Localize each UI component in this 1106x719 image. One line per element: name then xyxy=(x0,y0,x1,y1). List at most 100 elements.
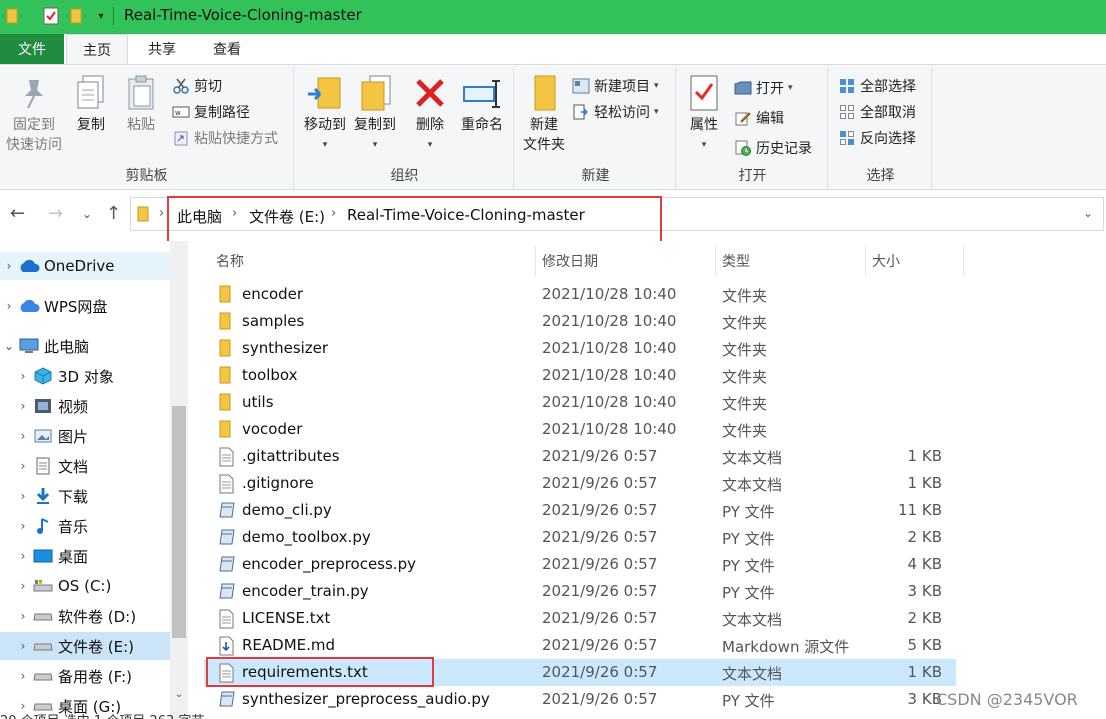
invert-selection-button[interactable]: 反向选择 xyxy=(838,127,916,149)
file-row[interactable]: .gitattributes 2021/9/26 0:57 文本文档 1 KB xyxy=(204,443,956,470)
file-row[interactable]: encoder 2021/10/28 10:40 文件夹 xyxy=(204,281,956,308)
file-row[interactable]: encoder_preprocess.py 2021/9/26 0:57 PY 文件… xyxy=(204,551,956,578)
nav-pane-scroll-thumb[interactable] xyxy=(172,406,186,638)
properties-check-icon[interactable] xyxy=(42,7,60,25)
expand-chevron-icon[interactable]: › xyxy=(14,429,32,443)
file-row[interactable]: README.md 2021/9/26 0:57 Markdown 源文件 5 KB xyxy=(204,632,956,659)
expand-chevron-icon[interactable]: › xyxy=(14,639,32,653)
nav-item-documents[interactable]: › 文档 xyxy=(0,452,170,480)
easy-access-dropdown-icon: ▾ xyxy=(654,107,659,117)
new-item-button[interactable]: 新建项目 ▾ xyxy=(572,75,659,97)
file-row[interactable]: utils 2021/10/28 10:40 文件夹 xyxy=(204,389,956,416)
file-row[interactable]: LICENSE.txt 2021/9/26 0:57 文本文档 2 KB xyxy=(204,605,956,632)
nav-item-wps-cloud[interactable]: › WPS网盘 xyxy=(0,292,170,320)
back-arrow-icon[interactable]: ← xyxy=(10,203,25,224)
expand-chevron-icon[interactable]: › xyxy=(0,299,18,313)
select-all-button[interactable]: 全部选择 xyxy=(838,75,916,97)
expand-chevron-icon[interactable]: › xyxy=(14,489,32,503)
ribbon-tabs: 文件 主页 共享 查看 xyxy=(0,34,1106,65)
file-row[interactable]: synthesizer 2021/10/28 10:40 文件夹 xyxy=(204,335,956,362)
nav-item-drive-f[interactable]: › 备用卷 (F:) xyxy=(0,662,170,690)
copy-to-button[interactable]: 复制到 ▾ xyxy=(350,73,400,155)
tab-view[interactable]: 查看 xyxy=(197,34,257,64)
nav-item-drive-c[interactable]: › OS (C:) xyxy=(0,572,170,600)
python-file-icon xyxy=(218,555,236,575)
nav-item-3d-objects[interactable]: › 3D 对象 xyxy=(0,362,170,390)
nav-pane-scrollbar[interactable]: ⌄ xyxy=(170,241,188,719)
file-row[interactable]: toolbox 2021/10/28 10:40 文件夹 xyxy=(204,362,956,389)
edit-button[interactable]: 编辑 xyxy=(734,107,784,129)
file-list: 名称 修改日期 类型 大小 encoder 2021/10/28 10:40 文件夹… xyxy=(190,241,1106,719)
collapse-chevron-icon[interactable]: ⌄ xyxy=(0,339,18,353)
expand-chevron-icon[interactable]: › xyxy=(14,669,32,683)
copy-button[interactable]: 复制 xyxy=(70,73,112,135)
nav-item-desktop[interactable]: › 桌面 xyxy=(0,542,170,570)
folder-icon xyxy=(218,420,236,440)
organize-group: 移动到 ▾ 复制到 ▾ 删除 ▾ 重命名 组织 xyxy=(296,67,514,189)
nav-item-music[interactable]: › 音乐 xyxy=(0,512,170,540)
select-none-icon xyxy=(838,103,856,121)
file-date: 2021/9/26 0:57 xyxy=(542,555,658,573)
scroll-down-arrow-icon[interactable]: ⌄ xyxy=(170,689,188,700)
copy-to-icon xyxy=(355,73,395,113)
nav-item-onedrive[interactable]: › OneDrive xyxy=(0,252,170,280)
file-row[interactable]: samples 2021/10/28 10:40 文件夹 xyxy=(204,308,956,335)
tab-share[interactable]: 共享 xyxy=(132,34,192,64)
file-row[interactable]: synthesizer_preprocess_audio.py 2021/9/26… xyxy=(204,686,956,713)
copy-path-button[interactable]: w 复制路径 xyxy=(172,101,250,123)
nav-item-drive-d[interactable]: › 软件卷 (D:) xyxy=(0,602,170,630)
rename-button[interactable]: 重命名 xyxy=(456,73,508,135)
nav-item-this-pc[interactable]: ⌄ 此电脑 xyxy=(0,332,170,360)
history-button[interactable]: 历史记录 xyxy=(734,137,812,159)
nav-item-downloads[interactable]: › 下载 xyxy=(0,482,170,510)
address-dropdown-chevron-icon[interactable]: ⌄ xyxy=(1083,206,1093,220)
column-header-type[interactable]: 类型 xyxy=(716,246,866,276)
expand-chevron-icon[interactable]: › xyxy=(14,609,32,623)
expand-chevron-icon[interactable]: › xyxy=(14,459,32,473)
forward-arrow-icon[interactable]: → xyxy=(48,203,63,224)
select-none-button[interactable]: 全部取消 xyxy=(838,101,916,123)
cut-button[interactable]: 剪切 xyxy=(172,75,222,97)
file-row[interactable]: demo_toolbox.py 2021/9/26 0:57 PY 文件 2 KB xyxy=(204,524,956,551)
new-folder-button[interactable]: 新建 文件夹 xyxy=(518,73,570,155)
open-button[interactable]: 打开 ▾ xyxy=(734,77,793,99)
expand-chevron-icon[interactable]: › xyxy=(14,399,32,413)
expand-chevron-icon[interactable]: › xyxy=(14,549,32,563)
file-row[interactable]: vocoder 2021/10/28 10:40 文件夹 xyxy=(204,416,956,443)
pin-icon xyxy=(14,73,54,113)
file-row[interactable]: .gitignore 2021/9/26 0:57 文本文档 1 KB xyxy=(204,470,956,497)
expand-chevron-icon[interactable]: › xyxy=(14,579,32,593)
expand-chevron-icon[interactable]: › xyxy=(14,519,32,533)
tab-file[interactable]: 文件 xyxy=(0,34,64,64)
tab-home[interactable]: 主页 xyxy=(66,34,128,65)
paste-button[interactable]: 粘贴 xyxy=(120,73,162,135)
delete-button[interactable]: 删除 ▾ xyxy=(410,73,450,155)
up-arrow-icon[interactable]: ↑ xyxy=(106,203,121,224)
folder-icon xyxy=(4,7,22,25)
move-to-button[interactable]: 移动到 ▾ xyxy=(300,73,350,155)
column-header-name[interactable]: 名称 xyxy=(210,246,536,276)
recent-locations-chevron-icon[interactable]: ⌄ xyxy=(82,207,92,221)
download-icon xyxy=(32,487,54,505)
move-to-icon xyxy=(305,73,345,113)
file-type: PY 文件 xyxy=(722,692,775,710)
file-type: 文本文档 xyxy=(722,611,783,629)
easy-access-button[interactable]: 轻松访问 ▾ xyxy=(572,101,659,123)
paste-shortcut-button[interactable]: 粘贴快捷方式 xyxy=(172,127,278,149)
nav-item-drive-e[interactable]: › 文件卷 (E:) xyxy=(0,632,170,660)
nav-item-pictures[interactable]: › 图片 xyxy=(0,422,170,450)
new-folder-icon[interactable] xyxy=(68,7,86,25)
file-date: 2021/9/26 0:57 xyxy=(542,690,658,708)
pin-quick-access-button[interactable]: 固定到 快速访问 xyxy=(4,73,64,155)
nav-item-videos[interactable]: › 视频 xyxy=(0,392,170,420)
properties-button[interactable]: 属性 ▾ xyxy=(684,73,724,155)
column-header-size[interactable]: 大小 xyxy=(866,246,964,276)
chevron-right-icon[interactable]: › xyxy=(159,206,164,221)
expand-chevron-icon[interactable]: › xyxy=(0,259,18,273)
file-row[interactable]: demo_cli.py 2021/9/26 0:57 PY 文件 11 KB xyxy=(204,497,956,524)
expand-chevron-icon[interactable]: › xyxy=(14,369,32,383)
file-row[interactable]: encoder_train.py 2021/9/26 0:57 PY 文件 3 KB xyxy=(204,578,956,605)
customize-quick-access-icon[interactable]: ▾ xyxy=(92,7,110,25)
column-header-date[interactable]: 修改日期 xyxy=(536,246,716,276)
watermark-text: CSDN @2345VOR xyxy=(936,690,1078,709)
